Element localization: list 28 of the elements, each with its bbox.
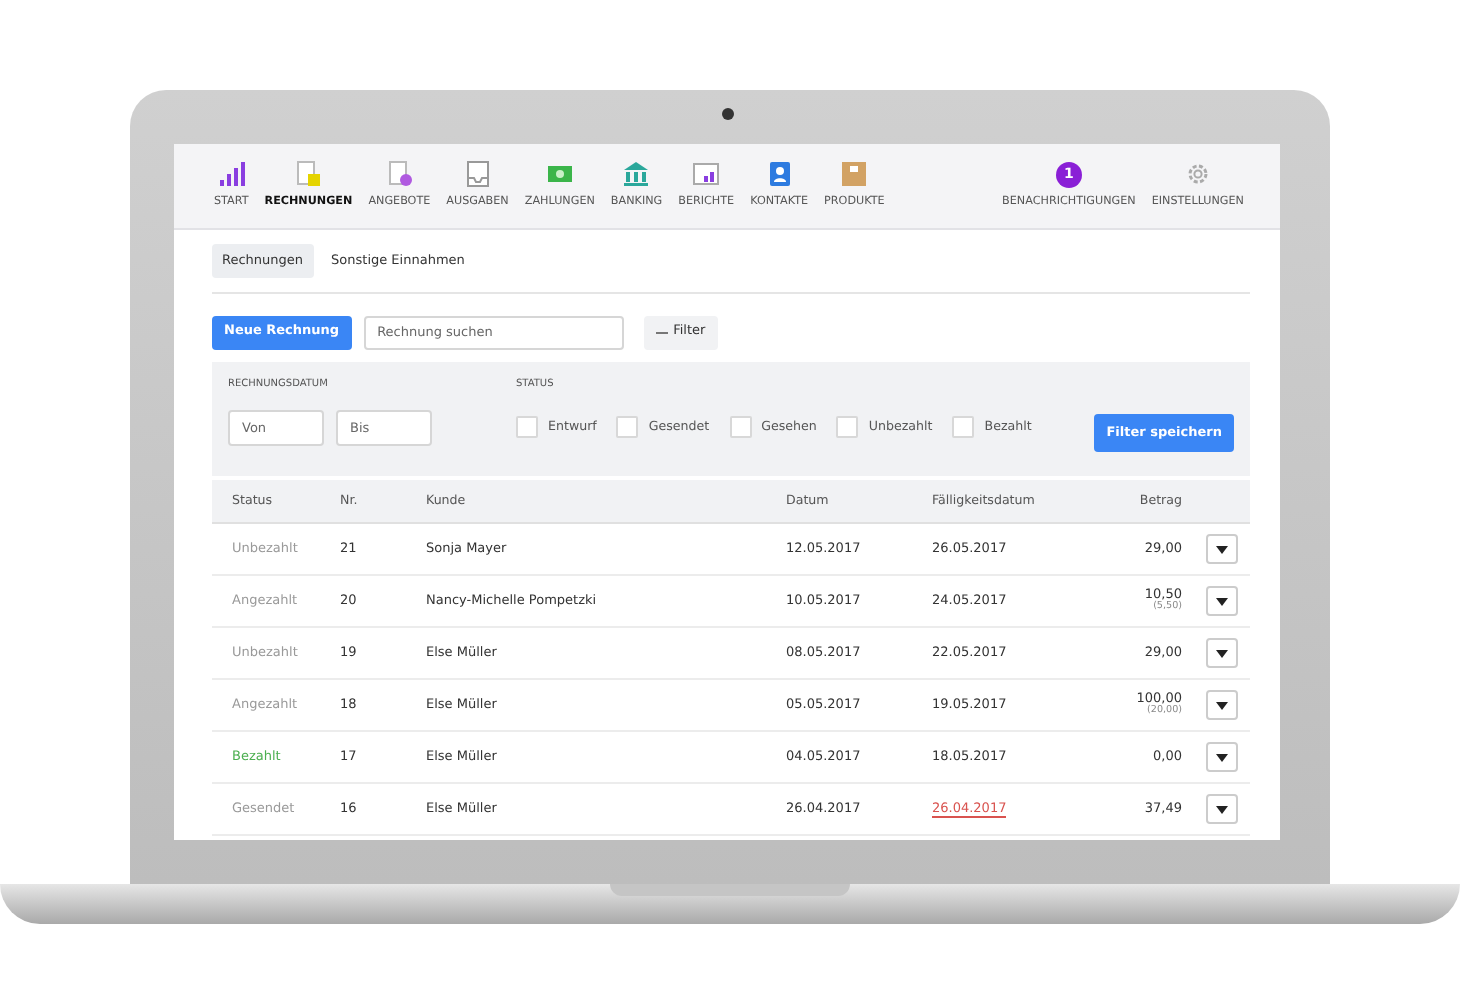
minus-icon: [655, 331, 668, 333]
caret-icon: [1216, 701, 1228, 709]
checkbox[interactable]: [729, 416, 752, 438]
checkbox[interactable]: [952, 416, 975, 438]
settings-icon: [1183, 160, 1212, 189]
checkbox[interactable]: [836, 416, 859, 438]
caret-icon: [1216, 545, 1228, 553]
tray-icon: [463, 160, 492, 189]
dropdown-button[interactable]: [1206, 638, 1238, 668]
dropdown-button[interactable]: [1206, 586, 1238, 616]
checkbox[interactable]: [616, 416, 639, 438]
checkbox[interactable]: [516, 416, 538, 438]
caret-icon: [1216, 805, 1228, 813]
box-icon: [840, 160, 869, 189]
document-icon: [294, 160, 323, 189]
camera-icon: [721, 108, 733, 120]
dropdown-button[interactable]: [1206, 742, 1238, 772]
caret-icon: [1216, 649, 1228, 657]
document-icon: [385, 160, 414, 189]
bars-icon: [217, 160, 246, 189]
dropdown-button[interactable]: [1206, 534, 1238, 564]
dropdown-button[interactable]: [1206, 690, 1238, 720]
caret-icon: [1216, 753, 1228, 761]
caret-icon: [1216, 597, 1228, 605]
contact-book-icon: [765, 160, 794, 189]
bank-icon: [622, 160, 651, 189]
chart-icon: [692, 160, 721, 189]
dropdown-button[interactable]: [1206, 794, 1238, 824]
